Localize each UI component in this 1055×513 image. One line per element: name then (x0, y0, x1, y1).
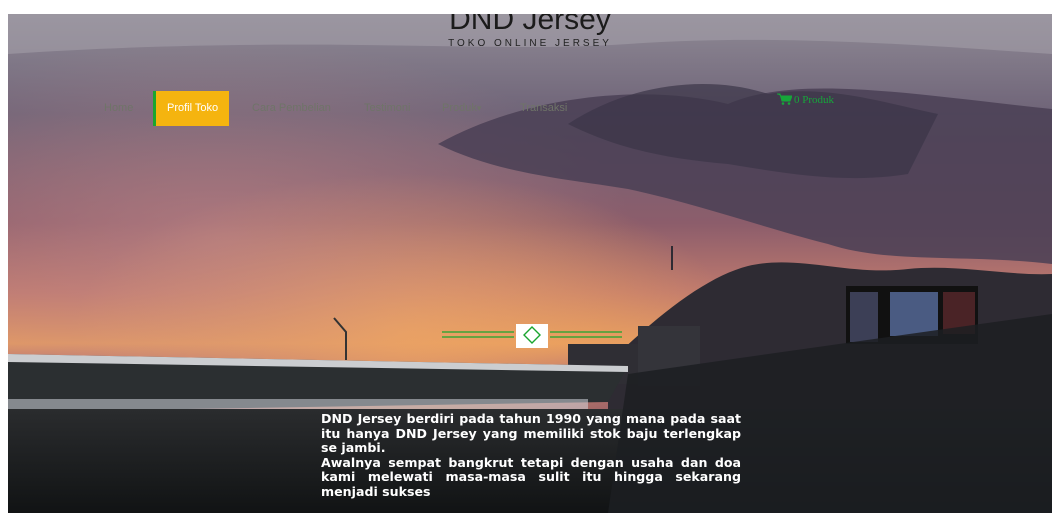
nav-testimoni[interactable]: Testimoni (364, 91, 410, 126)
nav-transaksi[interactable]: Transaksi (520, 91, 567, 126)
cart-link[interactable]: 0 Produk (777, 93, 834, 106)
nav-home[interactable]: Home (104, 91, 133, 126)
nav-profil-toko[interactable]: Profil Toko (153, 91, 230, 126)
about-paragraph-1: DND Jersey berdiri pada tahun 1990 yang … (321, 411, 741, 455)
cart-icon (777, 93, 793, 105)
nav-produk-label: Produk (442, 102, 477, 114)
caret-down-icon: ▾ (476, 103, 482, 113)
brand-tagline: TOKO ONLINE JERSEY (448, 38, 612, 49)
nav-cara-pembelian[interactable]: Cara Pembelian (252, 91, 331, 126)
brand-title[interactable]: DND Jersey (8, 14, 1052, 40)
cart-count-label: 0 Produk (794, 94, 835, 106)
about-text: DND Jersey berdiri pada tahun 1990 yang … (321, 411, 741, 499)
about-paragraph-2: Awalnya sempat bangkrut tetapi dengan us… (321, 454, 741, 499)
nav-produk-dropdown[interactable]: Produk▾ (442, 91, 481, 126)
brand-header: DND Jersey TOKO ONLINE JERSEY (8, 14, 1052, 49)
hero-section: DND Jersey TOKO ONLINE JERSEY Home Profi… (8, 14, 1052, 513)
section-divider (442, 324, 622, 348)
